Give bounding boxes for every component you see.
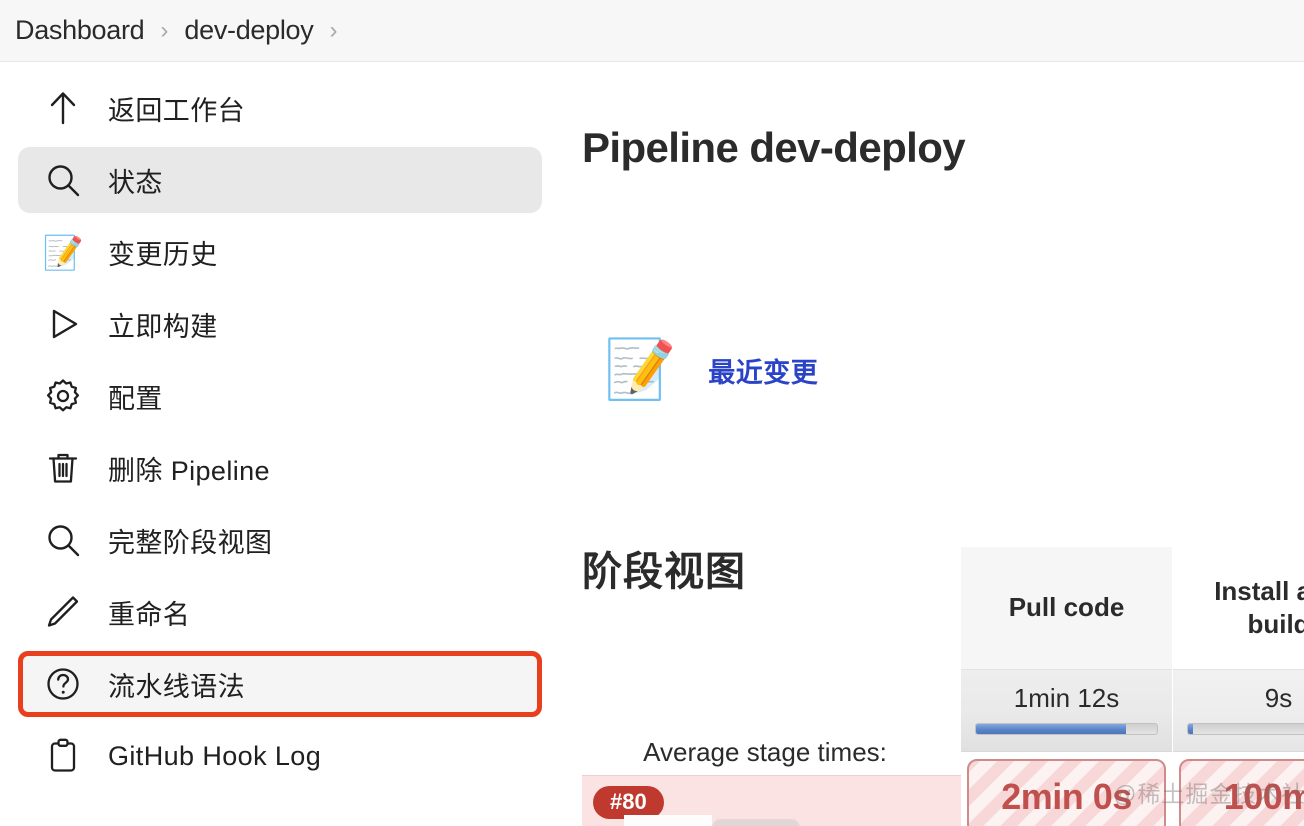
sidebar-item-label: 变更历史 [108, 233, 218, 272]
recent-changes-row[interactable]: 📝 最近变更 [604, 341, 818, 399]
stage-duration-bar [975, 723, 1158, 735]
breadcrumb-item-dashboard[interactable]: Dashboard [15, 15, 144, 46]
breadcrumb: Dashboard › dev-deploy › [0, 0, 1304, 62]
sidebar-item-label: 配置 [108, 377, 163, 416]
stage-average-time: 1min 12s [961, 683, 1172, 714]
sidebar-item-label: 立即构建 [108, 305, 218, 344]
sidebar-item-label: 重命名 [108, 593, 190, 632]
stage-run-time: 100ms [1224, 776, 1304, 818]
stage-column-install-and-build: Install and build 9s 100ms [1173, 547, 1304, 826]
stage-average-cell: 9s [1173, 670, 1304, 752]
search-icon [40, 157, 86, 203]
stage-column-header[interactable]: Pull code [961, 547, 1172, 670]
sidebar-item-back-to-dashboard[interactable]: 返回工作台 [18, 75, 542, 141]
stage-run-cell[interactable]: 100ms [1179, 759, 1304, 826]
sidebar-item-build-now[interactable]: 立即构建 [18, 291, 542, 357]
notepad-pencil-icon: 📝 [604, 341, 676, 399]
stage-run-time: 2min 0s [1001, 776, 1132, 818]
build-history-row[interactable]: #80 May 27 No Changes [582, 775, 961, 826]
sidebar-item-label: 完整阶段视图 [108, 521, 272, 560]
sidebar-item-pipeline-syntax[interactable]: 流水线语法 [18, 651, 542, 717]
sidebar-item-github-hook-log[interactable]: GitHub Hook Log [18, 723, 542, 789]
stage-duration-bar-fill [976, 724, 1126, 734]
trash-icon [40, 445, 86, 491]
notepad-pencil-icon: 📝 [40, 229, 86, 275]
stage-duration-bar [1187, 723, 1304, 735]
sidebar-item-label: 删除 Pipeline [108, 449, 270, 488]
sidebar: 返回工作台 状态 📝 变更历史 立即构建 配置 [0, 63, 560, 826]
sidebar-item-label: 返回工作台 [108, 89, 245, 128]
search-icon [40, 517, 86, 563]
play-icon [40, 301, 86, 347]
stage-columns: Pull code 1min 12s 2min 0s Install and b… [961, 547, 1304, 826]
stage-duration-bar-fill [1188, 724, 1193, 734]
sidebar-item-status[interactable]: 状态 [18, 147, 542, 213]
stage-average-time: 9s [1173, 683, 1304, 714]
sidebar-item-label: 状态 [108, 161, 163, 200]
sidebar-item-full-stage-view[interactable]: 完整阶段视图 [18, 507, 542, 573]
recent-changes-link[interactable]: 最近变更 [708, 351, 818, 390]
sidebar-item-delete-pipeline[interactable]: 删除 Pipeline [18, 435, 542, 501]
sidebar-item-label: 流水线语法 [108, 665, 245, 704]
stage-column-pull-code: Pull code 1min 12s 2min 0s [961, 547, 1172, 826]
question-circle-icon [40, 661, 86, 707]
clipboard-icon [40, 733, 86, 779]
pencil-icon [40, 589, 86, 635]
sidebar-item-label: GitHub Hook Log [108, 741, 321, 772]
build-date: May 27 [624, 815, 712, 826]
sidebar-item-rename[interactable]: 重命名 [18, 579, 542, 645]
stage-view-table: Average stage times: (Average full run t… [560, 547, 1304, 826]
average-stage-times-line1: Average stage times: [580, 733, 950, 773]
gear-icon [40, 373, 86, 419]
build-no-changes-cell[interactable]: No Changes [712, 819, 800, 826]
breadcrumb-item-dev-deploy[interactable]: dev-deploy [184, 15, 313, 46]
stage-average-cell: 1min 12s [961, 670, 1172, 752]
stage-column-header[interactable]: Install and build [1173, 547, 1304, 670]
stage-run-cell[interactable]: 2min 0s [967, 759, 1166, 826]
arrow-up-icon [40, 85, 86, 131]
chevron-right-icon: › [160, 19, 168, 43]
main-content: Pipeline dev-deploy 📝 最近变更 阶段视图 Average … [560, 63, 1304, 826]
sidebar-item-configure[interactable]: 配置 [18, 363, 542, 429]
sidebar-item-change-history[interactable]: 📝 变更历史 [18, 219, 542, 285]
page-title: Pipeline dev-deploy [582, 124, 965, 172]
chevron-right-icon-2: › [329, 19, 337, 43]
